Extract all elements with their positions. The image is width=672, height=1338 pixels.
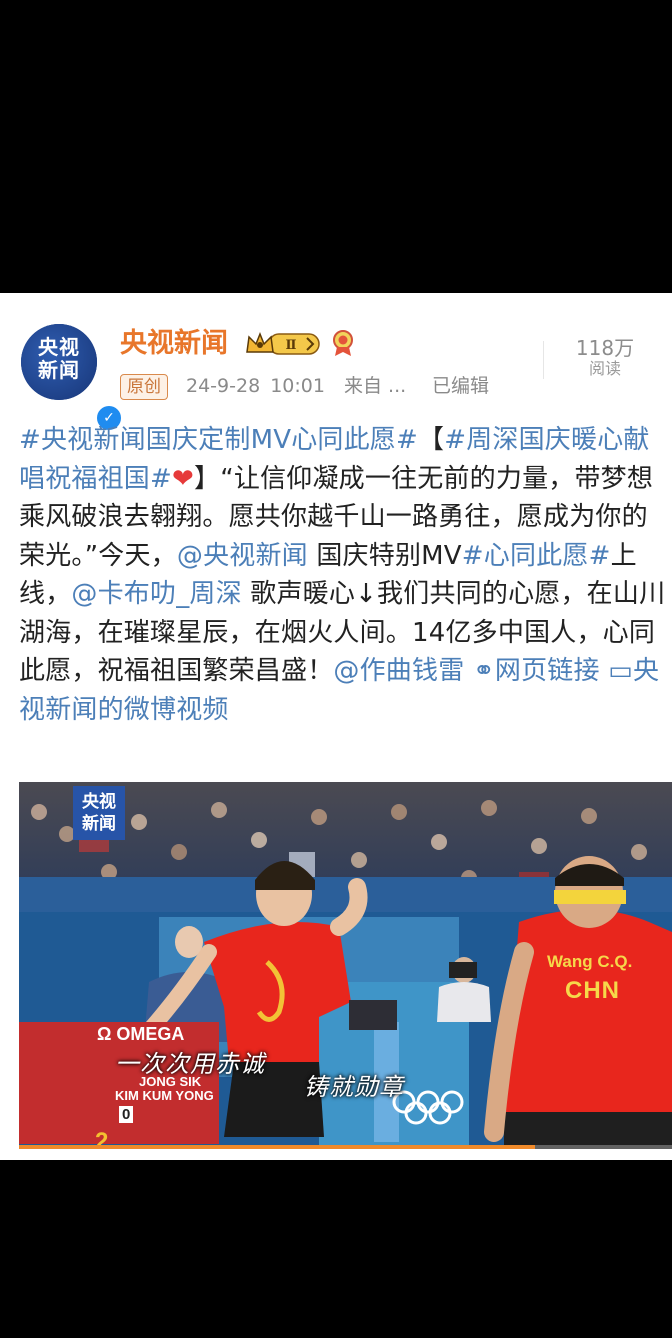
subtitle-caption: 铸就勋章 — [304, 1073, 404, 1101]
mention-link[interactable]: @卡布叻_周深 — [71, 579, 241, 609]
avatar-text-line2: 新闻 — [38, 358, 80, 382]
mention-link[interactable]: @央视新闻 — [177, 541, 308, 571]
vip-level: Ⅱ — [286, 338, 297, 353]
scoreboard-score1: 0 — [119, 1106, 134, 1123]
header-divider — [543, 341, 544, 379]
web-link[interactable]: ⚭网页链接 — [473, 656, 600, 686]
avatar-text-line1: 央视 — [38, 335, 80, 359]
body-text: 国庆特别MV — [307, 540, 462, 571]
timestamp: 24-9-28 10:01 — [186, 375, 325, 397]
video-icon: ▭ — [608, 656, 633, 686]
original-tag: 原创 — [120, 374, 168, 400]
bracket-text: 【 — [418, 425, 445, 455]
jersey-country: CHN — [565, 977, 620, 1004]
avatar[interactable]: 央视 新闻 ✓ — [21, 324, 123, 432]
scoreboard-player2: KIM KUM YONG — [115, 1088, 214, 1103]
channel-logo-line1: 央视 — [82, 792, 116, 812]
vip-crown-badge-icon[interactable]: Ⅱ — [245, 331, 321, 357]
scoreboard: Ω OMEGA JONG SIK KIM KUM YONG 0 2 — [19, 1022, 219, 1149]
video-progress-bar[interactable] — [19, 1145, 672, 1149]
scoreboard-brand: Ω OMEGA — [97, 1024, 185, 1044]
reads-count: 118万 — [575, 336, 635, 360]
bottom-black-area — [0, 1160, 672, 1338]
topic-link[interactable]: #央视新闻国庆定制MV心同此愿# — [19, 425, 418, 455]
heart-emoji-icon: ❤ — [172, 463, 194, 494]
video-player[interactable]: 央视 新闻 Ω OMEGA JONG SIK KIM KUM YONG 0 2 … — [19, 782, 672, 1149]
reads-label: 阅读 — [588, 359, 621, 378]
username[interactable]: 央视新闻 — [120, 327, 228, 361]
source-text[interactable]: 来自 ... — [344, 371, 406, 401]
topic-link[interactable]: #心同此愿# — [462, 541, 611, 571]
weibo-post-card: 央视 新闻 ✓ 央视新闻 Ⅱ 原创 24-9-28 10:01 来自 ... 已… — [0, 293, 672, 1160]
post-body-text: #央视新闻国庆定制MV心同此愿#【#周深国庆暖心献唱祝福祖国#❤】“让信仰凝成一… — [19, 421, 667, 729]
honor-badge-icon[interactable] — [330, 329, 356, 357]
mention-link[interactable]: @作曲钱雷 — [333, 656, 464, 686]
avatar-logo: 央视 新闻 — [21, 324, 97, 400]
video-progress-fill — [19, 1145, 535, 1149]
web-link-label: 网页链接 — [494, 656, 600, 686]
jersey-name: Wang C.Q. — [547, 952, 633, 971]
link-icon: ⚭ — [472, 656, 495, 686]
top-black-area — [0, 0, 672, 293]
subtitle-caption: 一次次用赤诚 — [115, 1050, 265, 1078]
edited-label[interactable]: 已编辑 — [432, 371, 489, 401]
channel-logo: 央视 新闻 — [73, 786, 125, 840]
channel-logo-line2: 新闻 — [82, 814, 116, 834]
